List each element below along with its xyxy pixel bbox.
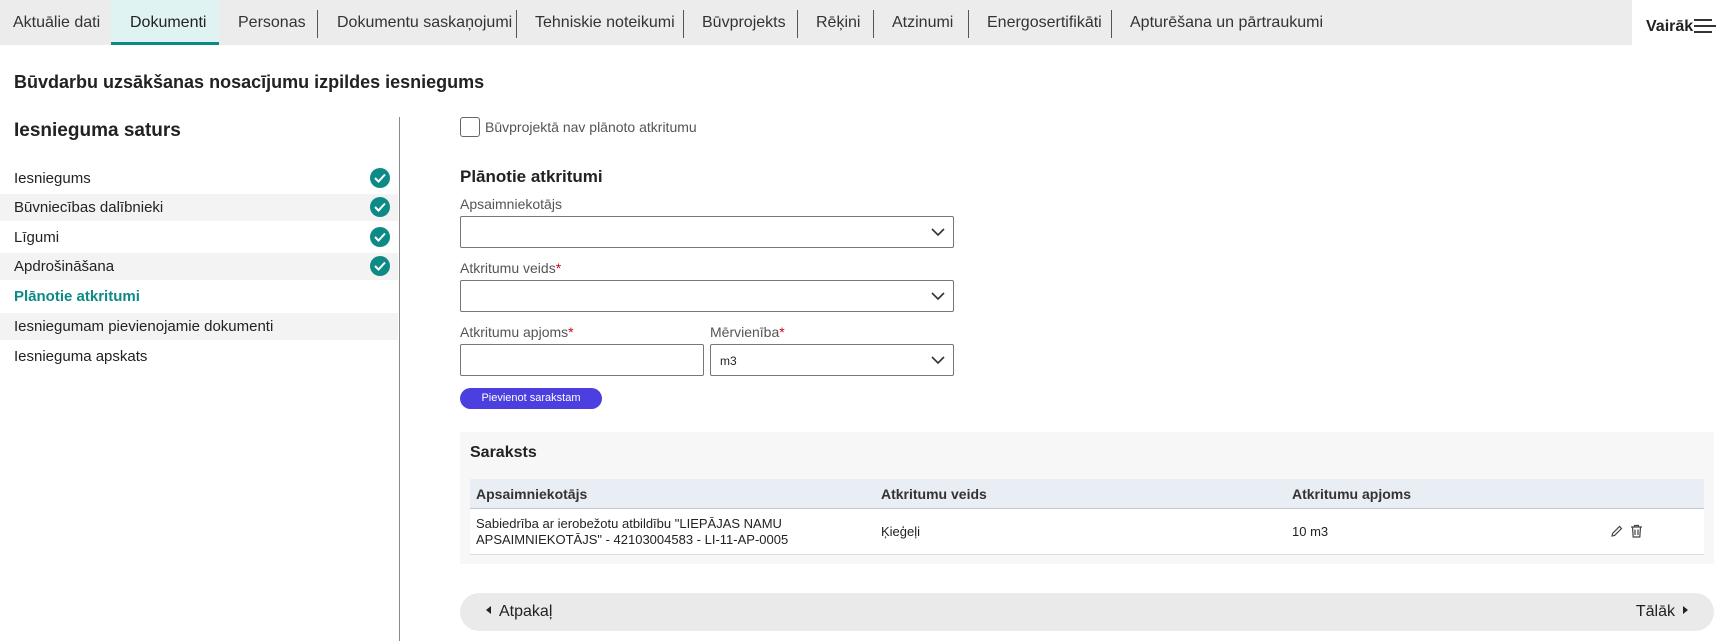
cell-manager: Sabiedrība ar ierobežotu atbildību "LIEP… bbox=[476, 516, 788, 548]
sidebar-item-label: Līgumi bbox=[14, 229, 60, 246]
edit-pencil-icon[interactable] bbox=[1610, 524, 1624, 538]
tab-aktualie-dati[interactable]: Aktuālie dati bbox=[0, 0, 111, 45]
column-header-manager: Apsaimniekotājs bbox=[476, 486, 588, 502]
next-label: Tālāk bbox=[1635, 603, 1675, 620]
no-waste-checkbox-label: Būvprojektā nav plānoto atkritumu bbox=[485, 119, 697, 135]
table-header: Apsaimniekotājs Atkritumu veids Atkritum… bbox=[470, 479, 1704, 509]
cell-manager-line: Sabiedrība ar ierobežotu atbildību "LIEP… bbox=[476, 516, 782, 531]
sidebar-item-buvniecibas-dalibnieki[interactable]: Būvniecības dalībnieki bbox=[0, 194, 398, 221]
sidebar-item-apdrosinasana[interactable]: Apdrošināšana bbox=[0, 253, 398, 280]
chevron-down-icon bbox=[931, 292, 945, 301]
waste-type-select[interactable] bbox=[460, 280, 954, 312]
sidebar-item-label: Iesniegumam pievienojamie dokumenti bbox=[14, 318, 274, 335]
tab-tehniskie-noteikumi[interactable]: Tehniskie noteikumi bbox=[517, 0, 683, 45]
tab-label: Dokumenti bbox=[130, 14, 207, 31]
tab-label: Atzinumi bbox=[892, 14, 954, 31]
tab-label: Apturēšana un pārtraukumi bbox=[1130, 14, 1323, 31]
cell-manager-line: APSAIMNIEKOTĀJS" - 42103004583 - LI-11-A… bbox=[476, 532, 789, 547]
page-title: Būvdarbu uzsākšanas nosacījumu izpildes … bbox=[14, 72, 485, 92]
tab-aptursana-un-partraukumi[interactable]: Apturēšana un pārtraukumi bbox=[1112, 0, 1342, 45]
next-button[interactable]: Tālāk bbox=[1636, 593, 1688, 631]
amount-label-text: Atkritumu apjoms bbox=[460, 324, 569, 340]
list-panel: Saraksts Apsaimniekotājs Atkritumu veids… bbox=[460, 432, 1714, 564]
chevron-down-icon bbox=[931, 228, 945, 237]
check-circle-icon bbox=[370, 256, 390, 276]
tab-rekini[interactable]: Rēķini bbox=[798, 0, 873, 45]
top-tab-bar: Aktuālie dati Dokumenti Personas Dokumen… bbox=[0, 0, 1720, 50]
no-waste-checkbox[interactable] bbox=[460, 117, 480, 137]
more-label: Vairāk bbox=[1646, 18, 1694, 35]
unit-select-value: m3 bbox=[720, 354, 737, 368]
tab-label: Rēķini bbox=[816, 14, 861, 31]
tab-label: Energosertifikāti bbox=[987, 14, 1102, 31]
tab-label: Dokumentu saskaņojumi bbox=[337, 14, 513, 31]
check-circle-icon bbox=[370, 227, 390, 247]
required-mark: * bbox=[555, 260, 562, 276]
column-header-amount: Atkritumu apjoms bbox=[1292, 486, 1412, 502]
sidebar-item-ligumi[interactable]: Līgumi bbox=[0, 224, 398, 251]
check-circle-icon bbox=[370, 197, 390, 217]
waste-type-label: Atkritumu veids* bbox=[460, 260, 561, 276]
vertical-divider bbox=[399, 117, 400, 641]
sidebar-item-pievienojamie-dokumenti[interactable]: Iesniegumam pievienojamie dokumenti bbox=[0, 313, 398, 340]
unit-label-text: Mērvienība bbox=[710, 324, 780, 340]
sidebar-item-iesnieguma-apskats[interactable]: Iesnieguma apskats bbox=[0, 343, 398, 370]
amount-input[interactable] bbox=[460, 344, 704, 376]
sidebar-item-label: Iesnieguma apskats bbox=[14, 348, 148, 365]
tab-label: Būvprojekts bbox=[702, 14, 786, 31]
check-circle-icon bbox=[370, 168, 390, 188]
amount-label: Atkritumu apjoms* bbox=[460, 324, 574, 340]
table-row: Sabiedrība ar ierobežotu atbildību "LIEP… bbox=[470, 509, 1704, 555]
sidebar-item-label: Iesniegums bbox=[14, 170, 91, 187]
waste-type-label-text: Atkritumu veids bbox=[460, 260, 556, 276]
back-button[interactable]: Atpakaļ bbox=[486, 593, 552, 631]
column-header-waste-type: Atkritumu veids bbox=[881, 486, 987, 502]
tab-personas[interactable]: Personas bbox=[219, 0, 317, 45]
manager-select[interactable] bbox=[460, 216, 954, 248]
cell-waste-type: Ķieģeļi bbox=[881, 524, 921, 539]
trash-icon[interactable] bbox=[1630, 524, 1643, 538]
sidebar-item-iesniegums[interactable]: Iesniegums bbox=[0, 165, 398, 192]
tab-buvprojekts[interactable]: Būvprojekts bbox=[684, 0, 797, 45]
unit-select[interactable]: m3 bbox=[710, 344, 954, 376]
bottom-navigation: Atpakaļ Tālāk bbox=[460, 593, 1714, 631]
caret-left-icon bbox=[486, 606, 491, 614]
add-to-list-button[interactable]: Pievienot sarakstam bbox=[460, 388, 602, 409]
hamburger-menu-icon bbox=[1694, 19, 1716, 33]
back-label: Atpakaļ bbox=[499, 603, 553, 620]
required-mark: * bbox=[779, 324, 785, 340]
unit-label: Mērvienība* bbox=[710, 324, 785, 340]
sidebar-item-label: Būvniecības dalībnieki bbox=[14, 199, 164, 216]
sidebar-title: Iesnieguma saturs bbox=[14, 120, 181, 141]
sidebar-item-planotie-atkritumi[interactable]: Plānotie atkritumi bbox=[0, 283, 398, 310]
chevron-down-icon bbox=[931, 356, 945, 365]
sidebar-item-label: Apdrošināšana bbox=[14, 258, 115, 275]
manager-label: Apsaimniekotājs bbox=[460, 196, 562, 212]
tab-atzinumi[interactable]: Atzinumi bbox=[874, 0, 968, 45]
tab-label: Aktuālie dati bbox=[13, 14, 101, 31]
more-menu-button[interactable]: Vairāk bbox=[1632, 0, 1720, 50]
tab-dokumenti[interactable]: Dokumenti bbox=[111, 0, 219, 45]
sidebar-item-label: Plānotie atkritumi bbox=[14, 288, 140, 305]
tab-energosertifikati[interactable]: Energosertifikāti bbox=[969, 0, 1111, 45]
list-title: Saraksts bbox=[470, 444, 537, 461]
required-mark: * bbox=[568, 324, 574, 340]
section-title: Plānotie atkritumi bbox=[460, 167, 603, 186]
tab-label: Tehniskie noteikumi bbox=[535, 14, 675, 31]
tab-label: Personas bbox=[238, 14, 306, 31]
caret-right-icon bbox=[1683, 606, 1688, 614]
cell-amount: 10 m3 bbox=[1292, 524, 1329, 539]
tab-dokumentu-saskanojumi[interactable]: Dokumentu saskaņojumi bbox=[318, 0, 516, 45]
